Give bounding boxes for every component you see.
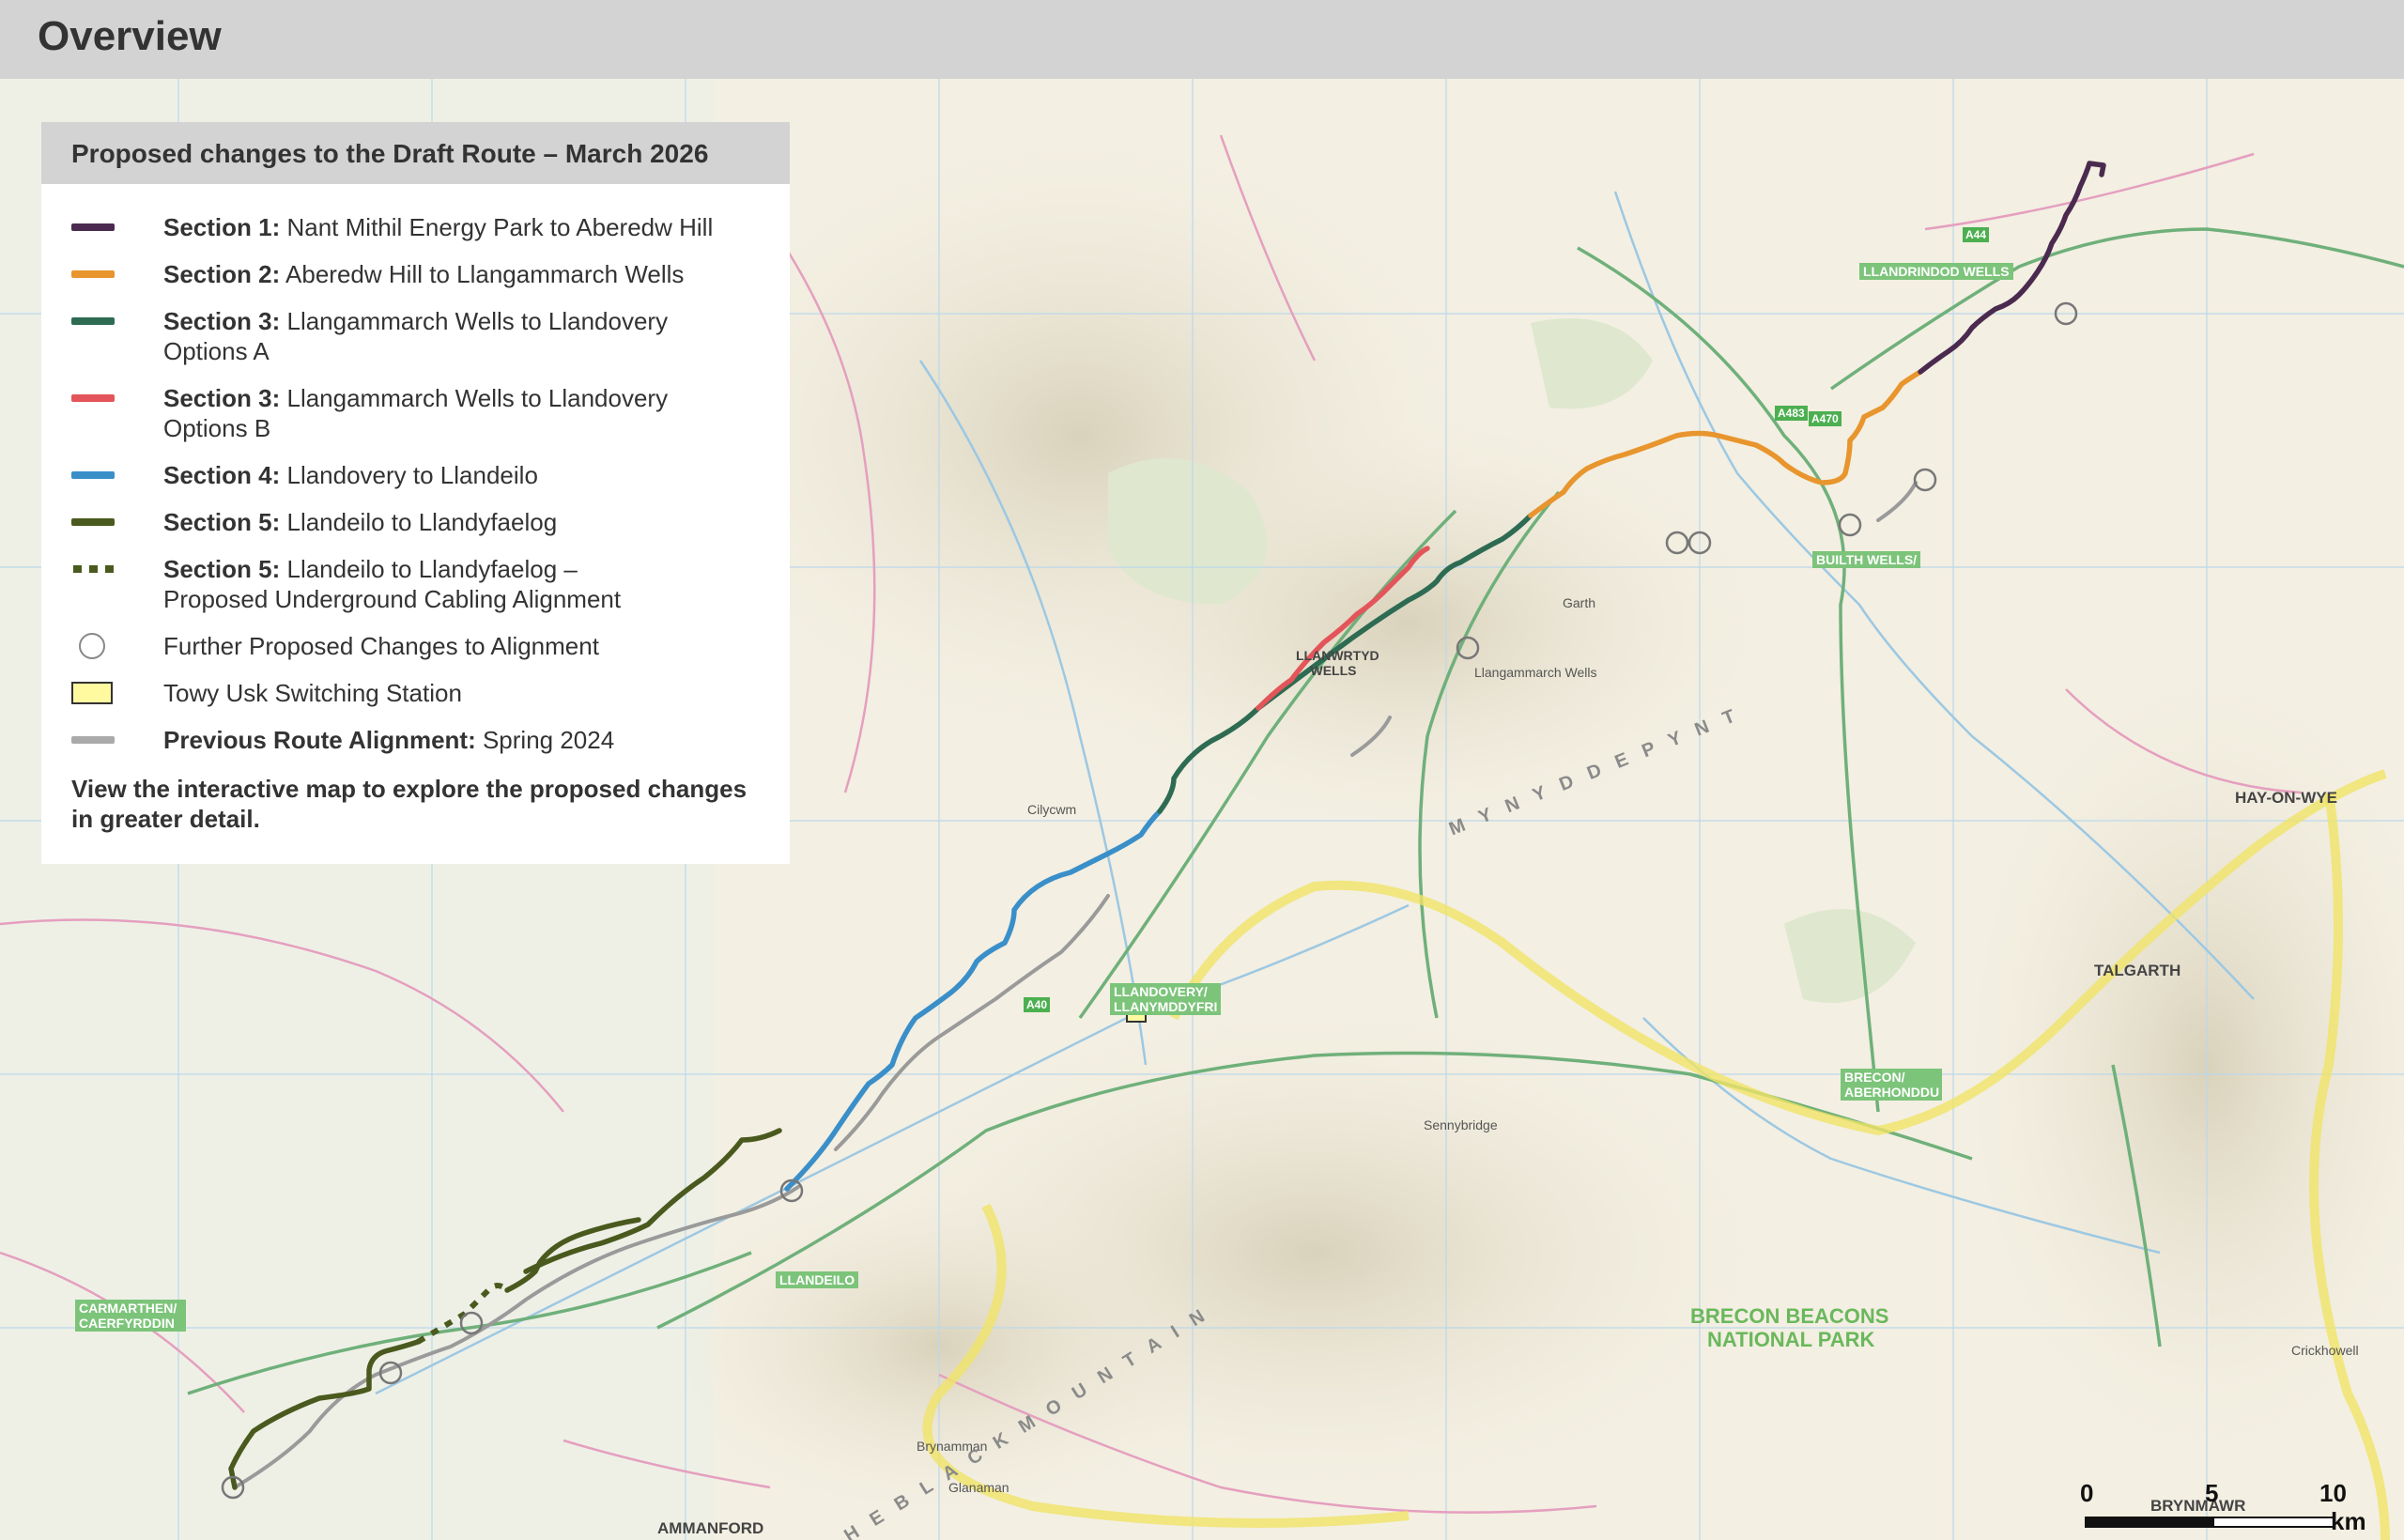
place-label: Crickhowell <box>2291 1343 2359 1358</box>
road-label: A470 <box>1809 411 1842 426</box>
legend-item-bold: Section 3: <box>163 384 281 412</box>
legend-item-text: Llandovery to Llandeilo <box>286 461 538 489</box>
road-label: A40 <box>1024 997 1051 1012</box>
legend-item-bold: Section 5: <box>163 555 281 583</box>
road-label: A44 <box>1963 227 1990 242</box>
road-label: A483 <box>1775 406 1808 421</box>
place-label: NATIONAL PARK <box>1707 1328 1875 1351</box>
legend-title: Proposed changes to the Draft Route – Ma… <box>71 139 709 168</box>
place-label: BUILTH WELLS/ <box>1812 551 1921 568</box>
place-label: Llangammarch Wells <box>1474 665 1597 680</box>
circle-icon <box>79 633 105 659</box>
scale-segment <box>2212 1517 2335 1528</box>
place-label: Garth <box>1563 595 1596 610</box>
place-label: CARMARTHEN/ CAERFYRDDIN <box>75 1300 186 1332</box>
legend-item-bold: Previous Route Alignment: <box>163 726 476 754</box>
legend-item-bold: Section 2: <box>163 260 281 288</box>
place-label: BRECON BEACONS <box>1690 1304 1889 1328</box>
legend-item-bold: Section 1: <box>163 213 281 241</box>
scale-label: 0 <box>2080 1479 2094 1507</box>
legend-item-text: Towy Usk Switching Station <box>163 679 462 707</box>
legend-item-bold: Section 3: <box>163 307 281 335</box>
place-label: HAY-ON-WYE <box>2235 789 2337 807</box>
legend-item-text: Nant Mithil Energy Park to Aberedw Hill <box>286 213 714 241</box>
scale-segment <box>2085 1517 2212 1528</box>
legend-item-bold: Section 4: <box>163 461 281 489</box>
legend-panel: Proposed changes to the Draft Route – Ma… <box>41 122 790 864</box>
legend-item-text: Llangammarch Wells to Llandovery <box>286 307 669 335</box>
legend-item-bold: Section 5: <box>163 508 281 536</box>
legend-item-text: Aberedw Hill to Llangammarch Wells <box>285 260 685 288</box>
legend-header: Proposed changes to the Draft Route – Ma… <box>41 122 790 184</box>
legend-line-swatch <box>71 394 115 402</box>
legend-item-text: Further Proposed Changes to Alignment <box>163 632 599 660</box>
place-label: LLANDEILO <box>776 1271 859 1288</box>
legend-item-text: Llandeilo to Llandyfaelog – <box>286 555 578 583</box>
legend-dotted-swatch <box>73 565 115 573</box>
scale-label: 10 <box>2319 1479 2347 1507</box>
place-label: Sennybridge <box>1424 1117 1498 1132</box>
legend-line-swatch <box>71 736 115 744</box>
legend-item-text: Proposed Underground Cabling Alignment <box>163 585 622 613</box>
legend-item-text: Spring 2024 <box>482 726 615 754</box>
scale-unit: km <box>2331 1507 2366 1535</box>
place-label: TALGARTH <box>2094 962 2181 979</box>
place-label: Glanaman <box>948 1480 1009 1495</box>
legend-line-swatch <box>71 471 115 479</box>
square-icon <box>71 682 113 704</box>
page-title: Overview <box>38 13 222 59</box>
place-label: LLANWRTYD WELLS <box>1296 648 1379 678</box>
place-label: AMMANFORD <box>657 1519 764 1537</box>
legend-line-swatch <box>71 317 115 325</box>
scale-label: 5 <box>2205 1479 2219 1507</box>
legend-line-swatch <box>71 518 115 526</box>
legend-item-text: Llandeilo to Llandyfaelog <box>286 508 558 536</box>
place-label: LLANDOVERY/ LLANYMDDYFRI <box>1110 983 1221 1015</box>
legend-line-swatch <box>71 223 115 231</box>
scale-bar: 0 5 10 km <box>2075 1479 2366 1535</box>
legend-item-text: Llangammarch Wells to Llandovery <box>286 384 669 412</box>
header-bar: Overview <box>0 0 2404 79</box>
legend-item-text: Options A <box>163 337 270 365</box>
place-label: LLANDRINDOD WELLS <box>1859 263 2013 280</box>
legend-note: View the interactive map to explore the … <box>71 775 747 833</box>
place-label: BRECON/ ABERHONDDU <box>1841 1069 1942 1101</box>
place-label: Cilycwm <box>1027 802 1077 817</box>
legend-item-text: Options B <box>163 414 271 442</box>
legend-line-swatch <box>71 270 115 278</box>
